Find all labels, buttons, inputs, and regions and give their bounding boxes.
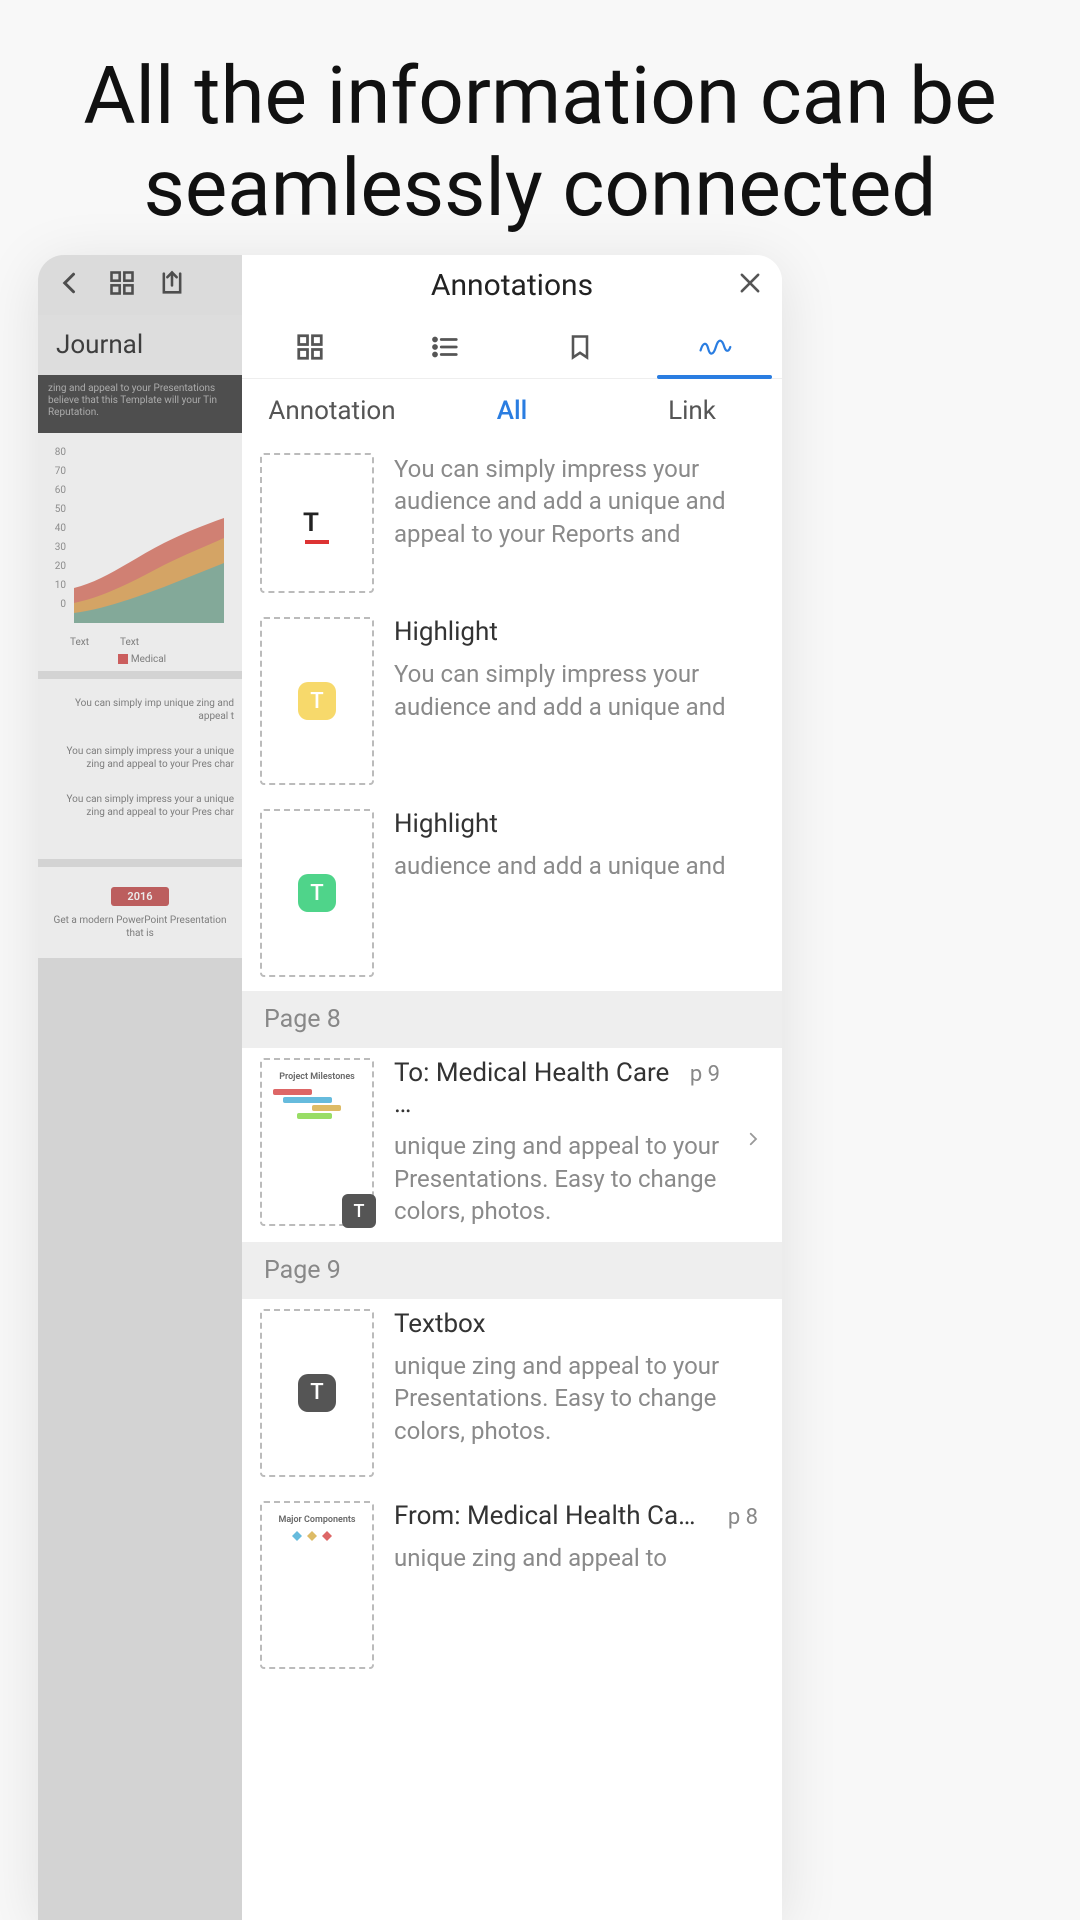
- tab-grid[interactable]: [242, 315, 377, 378]
- annotation-text: You can simply impress your audience and…: [394, 453, 758, 550]
- back-icon[interactable]: [56, 268, 86, 302]
- annotation-item[interactable]: T You can simply impress your audience a…: [242, 443, 782, 607]
- thumb-doc-title: Project Milestones: [268, 1072, 366, 1083]
- annotation-text: unique zing and appeal to: [394, 1542, 758, 1574]
- tab-list[interactable]: [377, 315, 512, 378]
- page-divider-8: Page 8: [242, 991, 782, 1048]
- left-toolbar: [38, 255, 242, 315]
- journal-title: Journal: [38, 315, 242, 375]
- close-icon[interactable]: [736, 269, 764, 301]
- panel-header: Annotations: [242, 255, 782, 315]
- annotation-title: To: Medical Health Care …: [394, 1058, 680, 1120]
- annotation-thumb: Project Milestones T: [260, 1058, 374, 1226]
- filter-tab-link[interactable]: Link: [602, 379, 782, 443]
- export-icon[interactable]: [158, 269, 186, 301]
- year-badge: 2016: [111, 887, 168, 906]
- annotation-thumb: T: [260, 809, 374, 977]
- annotation-thumb: T: [260, 1309, 374, 1477]
- page-divider-9: Page 9: [242, 1242, 782, 1299]
- slide-text: You can simply imp unique zing and appea…: [38, 679, 242, 859]
- highlight-green-icon: T: [298, 874, 336, 912]
- annotation-list[interactable]: T You can simply impress your audience a…: [242, 443, 782, 1920]
- chevron-right-icon: [744, 1125, 762, 1160]
- marketing-headline: All the information can be seamlessly co…: [0, 50, 1080, 234]
- thumb-doc-title: Major Components: [268, 1515, 366, 1526]
- area-chart: [74, 443, 224, 633]
- annotation-thumb: T: [260, 453, 374, 593]
- slide-dark: zing and appeal to your Presentations be…: [38, 375, 242, 433]
- document-strip: Journal zing and appeal to your Presenta…: [38, 255, 242, 1920]
- annotation-title: From: Medical Health Ca…: [394, 1501, 696, 1532]
- text-underline-icon: T: [303, 508, 331, 538]
- annotation-title: Highlight: [394, 617, 498, 648]
- annotation-text: audience and add a unique and: [394, 850, 758, 882]
- annotation-thumb: T: [260, 617, 374, 785]
- annotation-text: unique zing and appeal to your Presentat…: [394, 1350, 758, 1447]
- grid-icon[interactable]: [108, 269, 136, 301]
- textbox-badge-icon: T: [342, 1194, 376, 1228]
- panel-title: Annotations: [431, 268, 593, 303]
- chart-x-labels: TextText: [70, 637, 236, 648]
- annotation-item[interactable]: T Textbox unique zing and appeal to your…: [242, 1299, 782, 1491]
- chart-legend: Medical: [48, 654, 236, 665]
- textbox-icon: T: [298, 1374, 336, 1412]
- annotation-thumb: Major Components: [260, 1501, 374, 1669]
- annotation-text: unique zing and appeal to your Presentat…: [394, 1130, 720, 1227]
- slide-chart: 80706050403020100 TextText Medical: [38, 433, 242, 671]
- annotation-text: You can simply impress your audience and…: [394, 658, 758, 723]
- filter-tab-annotation[interactable]: Annotation: [242, 379, 422, 443]
- annotation-title: Textbox: [394, 1309, 486, 1340]
- annotation-page-ref: p 8: [728, 1505, 758, 1531]
- annotation-item[interactable]: T Highlight audience and add a unique an…: [242, 799, 782, 991]
- tab-bookmark[interactable]: [512, 315, 647, 378]
- tab-scribble[interactable]: [647, 315, 782, 378]
- annotation-item[interactable]: T Highlight You can simply impress your …: [242, 607, 782, 799]
- annotations-panel: Annotations Annot: [242, 255, 782, 1920]
- year-subtitle: Get a modern PowerPoint Presentation tha…: [46, 914, 234, 940]
- app-frame: Journal zing and appeal to your Presenta…: [38, 255, 782, 1920]
- filter-tabs: Annotation All Link: [242, 379, 782, 443]
- annotation-page-ref: p 9: [690, 1062, 720, 1088]
- annotation-title: Highlight: [394, 809, 498, 840]
- highlight-yellow-icon: T: [298, 682, 336, 720]
- chart-y-ticks: 80706050403020100: [48, 443, 66, 614]
- annotation-item[interactable]: Project Milestones T To: Medical Health …: [242, 1048, 782, 1242]
- filter-tab-all[interactable]: All: [422, 379, 602, 443]
- slide-year: 2016 Get a modern PowerPoint Presentatio…: [38, 867, 242, 958]
- annotation-item[interactable]: Major Components From: Medical Health Ca…: [242, 1491, 782, 1683]
- view-mode-tabs: [242, 315, 782, 379]
